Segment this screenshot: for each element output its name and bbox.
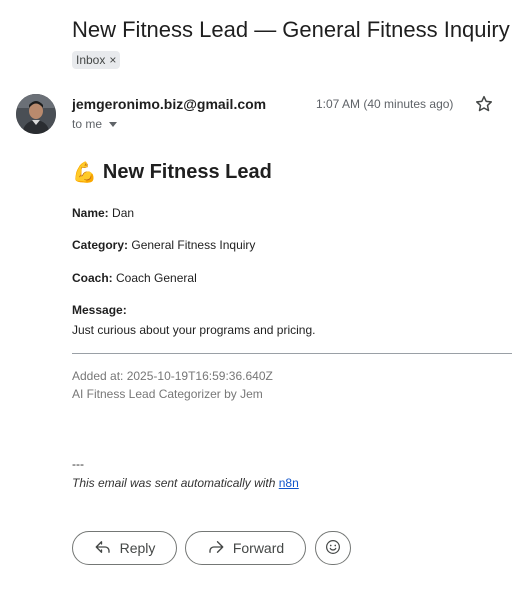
emoji-reaction-button[interactable]: [315, 531, 351, 565]
coach-label: Coach:: [72, 271, 113, 285]
category-value: General Fitness Inquiry: [131, 238, 256, 252]
forward-button[interactable]: Forward: [185, 531, 306, 565]
flexed-biceps-icon: 💪: [72, 162, 97, 184]
label-text: Inbox: [76, 53, 106, 67]
signature-text: AI Fitness Lead Categorizer by Jem: [72, 387, 263, 401]
auto-sent-text: This email was sent automatically with: [72, 476, 279, 490]
category-field: Category: General Fitness Inquiry: [72, 238, 255, 252]
recipient-text: to me: [72, 117, 103, 131]
reply-icon: [94, 538, 112, 559]
inbox-label-chip[interactable]: Inbox ×: [72, 51, 121, 69]
coach-value: Coach General: [116, 271, 197, 285]
lead-heading: 💪 New Fitness Lead: [72, 160, 272, 185]
message-label-row: Message:: [72, 303, 127, 317]
heading-text: New Fitness Lead: [102, 161, 272, 183]
sender-avatar[interactable]: [16, 94, 56, 134]
name-label: Name:: [72, 206, 109, 220]
emoji-smile-icon: [324, 538, 342, 559]
added-at-text: Added at: 2025-10-19T16:59:36.640Z: [72, 369, 273, 383]
chevron-down-icon: [109, 121, 118, 127]
content-divider: [72, 353, 512, 354]
category-label: Category:: [72, 238, 129, 252]
reply-button[interactable]: Reply: [72, 531, 177, 565]
coach-field: Coach: Coach General: [72, 271, 197, 285]
auto-sent-note: This email was sent automatically with n…: [72, 476, 299, 490]
star-icon[interactable]: [474, 94, 494, 114]
remove-label-icon[interactable]: ×: [109, 53, 116, 67]
reply-label: Reply: [119, 540, 156, 556]
forward-label: Forward: [232, 540, 285, 556]
email-subject: New Fitness Lead — General Fitness Inqui…: [72, 17, 510, 42]
message-value: Just curious about your programs and pri…: [72, 323, 316, 337]
recipient-toggle[interactable]: to me: [72, 117, 118, 131]
name-value: Dan: [112, 206, 135, 220]
n8n-link[interactable]: n8n: [279, 476, 299, 490]
email-timestamp: 1:07 AM (40 minutes ago): [316, 97, 454, 111]
separator-text: ---: [72, 457, 84, 471]
forward-icon: [207, 538, 225, 559]
sender-email[interactable]: jemgeronimo.biz@gmail.com: [72, 96, 266, 112]
message-label: Message:: [72, 303, 127, 317]
name-field: Name: Dan: [72, 206, 134, 220]
